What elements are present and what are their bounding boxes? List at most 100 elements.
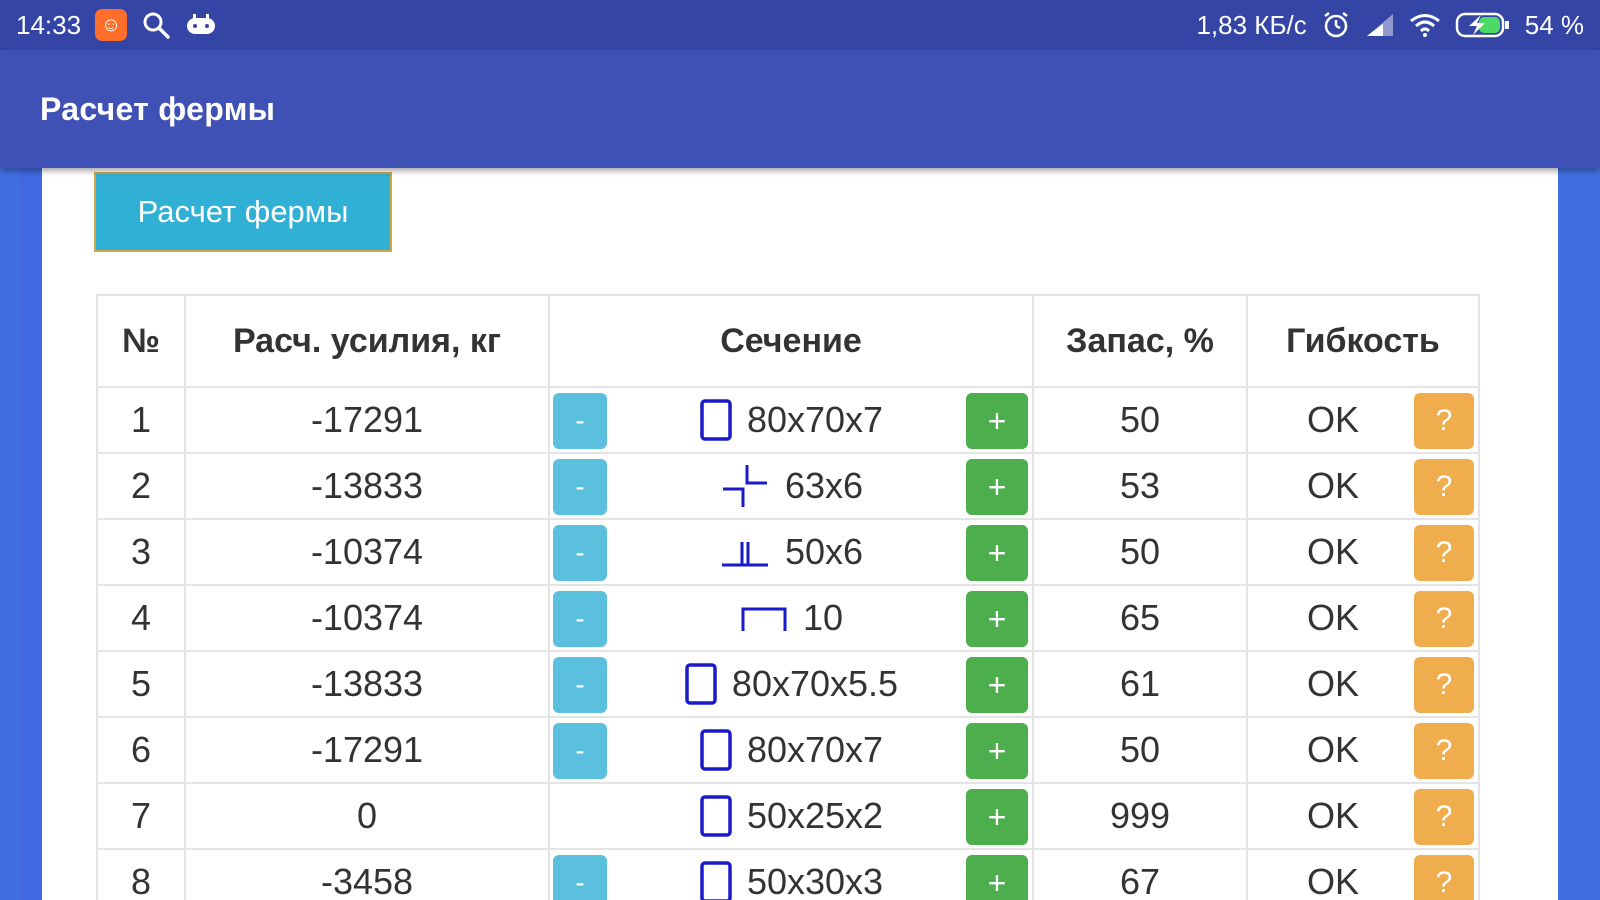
row-section-cell: - 10 + (548, 584, 1034, 652)
row-flexibility-cell: OK? (1246, 518, 1480, 586)
section-value: 50x6 (550, 520, 1032, 584)
flexibility-help-button[interactable]: ? (1414, 459, 1474, 515)
flexibility-status: OK (1306, 861, 1359, 900)
status-right: 1,83 КБ/с 54 % (1196, 10, 1584, 41)
content-panel: Расчет фермы № Расч. усилия, кг Сечение … (42, 168, 1558, 900)
table-header-row: № Расч. усилия, кг Сечение Запас, % Гибк… (96, 294, 1480, 388)
increase-section-button[interactable]: + (966, 591, 1028, 647)
table-row: 6 -17291-80x70x7 +50 OK? (96, 716, 1480, 784)
section-size-text: 50x30x3 (746, 861, 884, 900)
row-force: -13833 (184, 650, 550, 718)
row-section-cell: - 80x70x7 + (548, 386, 1034, 454)
row-section-cell: - 50x30x3 + (548, 848, 1034, 900)
flexibility-help-button[interactable]: ? (1414, 723, 1474, 779)
alarm-icon (1321, 10, 1351, 40)
row-flexibility-cell: OK? (1246, 386, 1480, 454)
decrease-section-button[interactable]: - (553, 855, 607, 900)
table-row: 5 -13833-80x70x5.5 +61 OK? (96, 650, 1480, 718)
increase-section-button[interactable]: + (966, 459, 1028, 515)
search-icon (141, 10, 171, 40)
section-value: 80x70x7 (550, 718, 1032, 782)
section-size-text: 50x25x2 (746, 795, 884, 836)
header-flexibility: Гибкость (1246, 294, 1480, 388)
app-bar: Расчет фермы (0, 50, 1600, 168)
row-section-cell: 50x25x2 + (548, 782, 1034, 850)
row-number: 6 (96, 716, 186, 784)
row-number: 2 (96, 452, 186, 520)
section-value: 63x6 (550, 454, 1032, 518)
section-value: 80x70x5.5 (550, 652, 1032, 716)
increase-section-button[interactable]: + (966, 525, 1028, 581)
double-angle-cross-icon (719, 461, 771, 511)
flexibility-help-button[interactable]: ? (1414, 525, 1474, 581)
decrease-section-button[interactable]: - (553, 393, 607, 449)
decrease-section-button[interactable]: - (553, 591, 607, 647)
table-row: 8 -3458-50x30x3 +67 OK? (96, 848, 1480, 900)
increase-section-button[interactable]: + (966, 393, 1028, 449)
decrease-section-button[interactable]: - (553, 459, 607, 515)
row-section-cell: - 50x6 + (548, 518, 1034, 586)
section-value: 50x30x3 (550, 850, 1032, 900)
row-section-cell: - 63x6 + (548, 452, 1034, 520)
game-icon (185, 12, 217, 38)
rect-tube-icon (699, 860, 733, 900)
decrease-section-button[interactable]: - (553, 723, 607, 779)
row-force: -10374 (184, 584, 550, 652)
decrease-section-button[interactable]: - (553, 657, 607, 713)
battery-charging-icon (1455, 11, 1511, 39)
calculate-truss-button[interactable]: Расчет фермы (94, 172, 392, 252)
rect-tube-icon (699, 398, 733, 442)
row-reserve: 67 (1032, 848, 1248, 900)
app-title: Расчет фермы (40, 90, 276, 127)
increase-section-button[interactable]: + (966, 723, 1028, 779)
network-speed: 1,83 КБ/с (1196, 9, 1307, 40)
flexibility-status: OK (1306, 399, 1359, 440)
decrease-section-button[interactable]: - (553, 525, 607, 581)
header-force: Расч. усилия, кг (184, 294, 550, 388)
channel-icon (739, 601, 789, 635)
left-border-strip (0, 168, 20, 900)
row-number: 4 (96, 584, 186, 652)
row-flexibility-cell: OK? (1246, 848, 1480, 900)
flexibility-help-button[interactable]: ? (1414, 855, 1474, 900)
header-reserve: Запас, % (1032, 294, 1248, 388)
increase-section-button[interactable]: + (966, 855, 1028, 900)
row-number: 5 (96, 650, 186, 718)
section-size-text: 63x6 (784, 465, 864, 506)
row-reserve: 53 (1032, 452, 1248, 520)
rect-tube-icon (684, 662, 718, 706)
section-size-text: 80x70x7 (746, 729, 884, 770)
header-section: Сечение (548, 294, 1034, 388)
row-section-cell: - 80x70x5.5 + (548, 650, 1034, 718)
row-flexibility-cell: OK? (1246, 716, 1480, 784)
row-reserve: 50 (1032, 518, 1248, 586)
table-row: 1 -17291-80x70x7 +50 OK? (96, 386, 1480, 454)
flexibility-status: OK (1306, 597, 1359, 638)
status-bar: 14:33 ☺ 1,83 КБ/с 54 % (0, 0, 1600, 50)
table-row: 2 -13833-63x6 +53 OK? (96, 452, 1480, 520)
row-force: -3458 (184, 848, 550, 900)
row-force: 0 (184, 782, 550, 850)
row-number: 1 (96, 386, 186, 454)
row-reserve: 61 (1032, 650, 1248, 718)
right-border-strip (1558, 168, 1600, 900)
row-reserve: 65 (1032, 584, 1248, 652)
row-force: -10374 (184, 518, 550, 586)
signal-icon (1365, 12, 1395, 38)
row-flexibility-cell: OK? (1246, 650, 1480, 718)
increase-section-button[interactable]: + (966, 657, 1028, 713)
header-number: № (96, 294, 186, 388)
flexibility-status: OK (1306, 795, 1359, 836)
flexibility-help-button[interactable]: ? (1414, 789, 1474, 845)
flexibility-help-button[interactable]: ? (1414, 393, 1474, 449)
section-value: 50x25x2 (550, 784, 1032, 848)
rect-tube-icon (699, 728, 733, 772)
row-flexibility-cell: OK? (1246, 782, 1480, 850)
flexibility-help-button[interactable]: ? (1414, 591, 1474, 647)
table-body: 1 -17291-80x70x7 +50 OK? 2 -13833-63x6 +53 OK? 3… (96, 386, 1480, 900)
flexibility-help-button[interactable]: ? (1414, 657, 1474, 713)
status-time: 14:33 (16, 9, 82, 40)
increase-section-button[interactable]: + (966, 789, 1028, 845)
battery-percent: 54 % (1524, 9, 1584, 40)
status-left: 14:33 ☺ (16, 9, 217, 41)
